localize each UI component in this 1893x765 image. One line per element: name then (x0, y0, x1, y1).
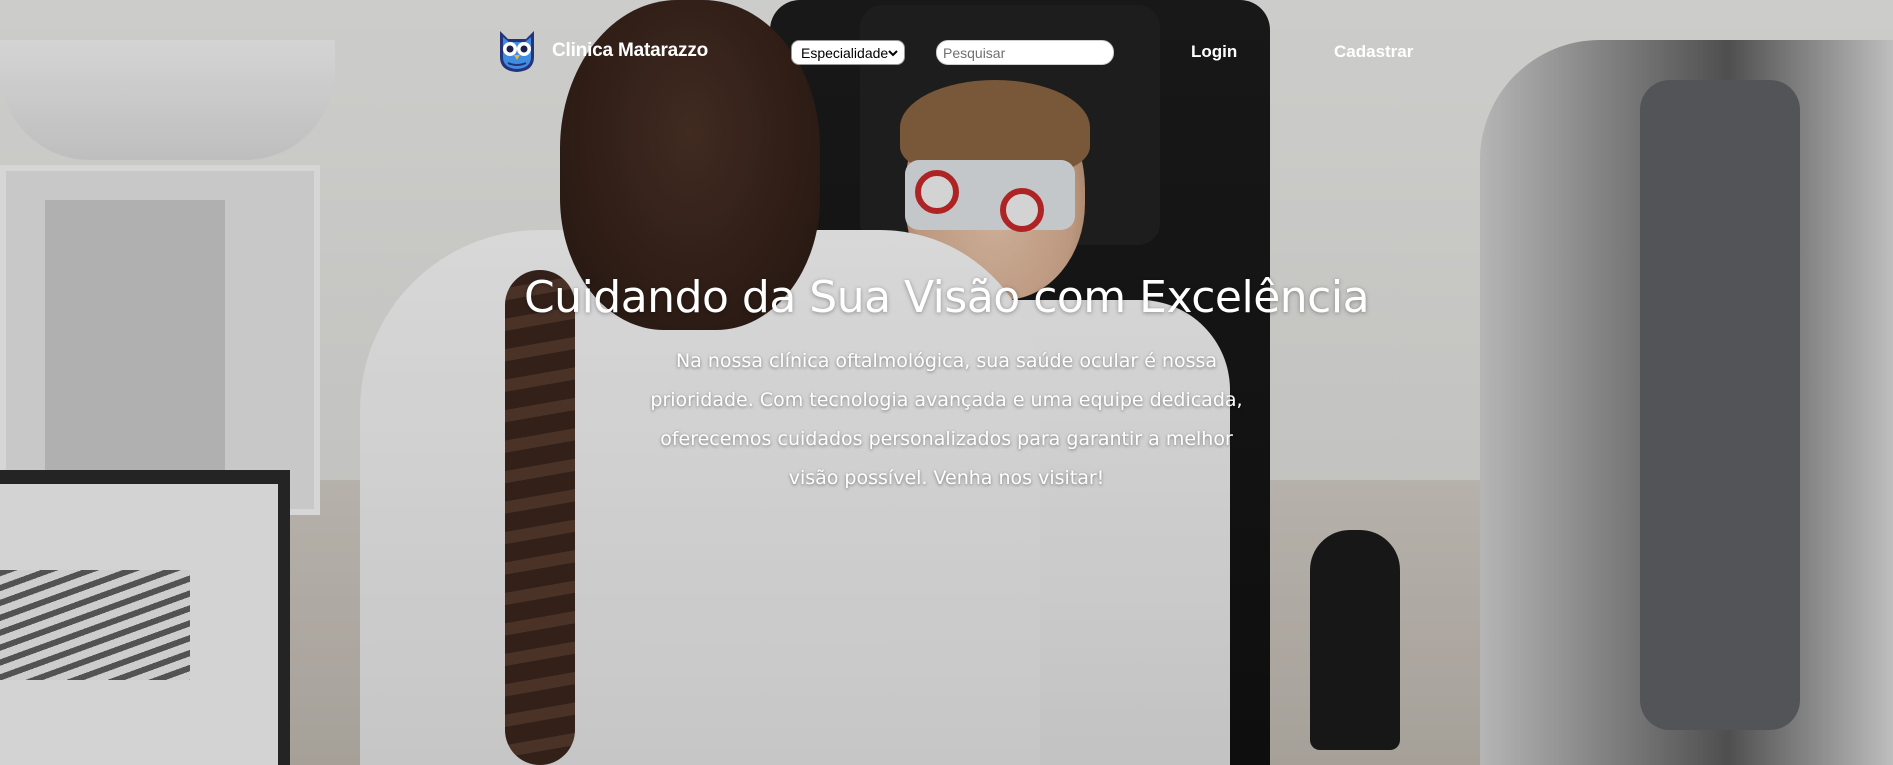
search-input[interactable] (936, 40, 1114, 65)
hero-description-line: visão possível. Venha nos visitar! (788, 467, 1105, 489)
specialty-select[interactable]: Especialidade (791, 40, 905, 65)
owl-logo-icon[interactable] (496, 27, 538, 73)
hero-description-line: prioridade. Com tecnologia avançada e um… (650, 389, 1243, 411)
navbar: Clinica Matarazzo Especialidade Login Ca… (0, 0, 1893, 106)
register-link[interactable]: Cadastrar (1334, 42, 1413, 62)
brand-name[interactable]: Clinica Matarazzo (552, 40, 708, 62)
hero-description-line: Na nossa clínica oftalmológica, sua saúd… (675, 350, 1218, 372)
specialty-select-value: Especialidade (801, 44, 889, 61)
hero-section: Clinica Matarazzo Especialidade Login Ca… (0, 0, 1893, 765)
hero-description: Na nossa clínica oftalmológica, sua saúd… (0, 342, 1893, 498)
hero-headline: Cuidando da Sua Visão com Excelência (523, 272, 1370, 323)
chevron-down-icon (888, 50, 898, 57)
hero-description-line: oferecemos cuidados personalizados para … (660, 428, 1233, 450)
login-link[interactable]: Login (1191, 42, 1237, 62)
